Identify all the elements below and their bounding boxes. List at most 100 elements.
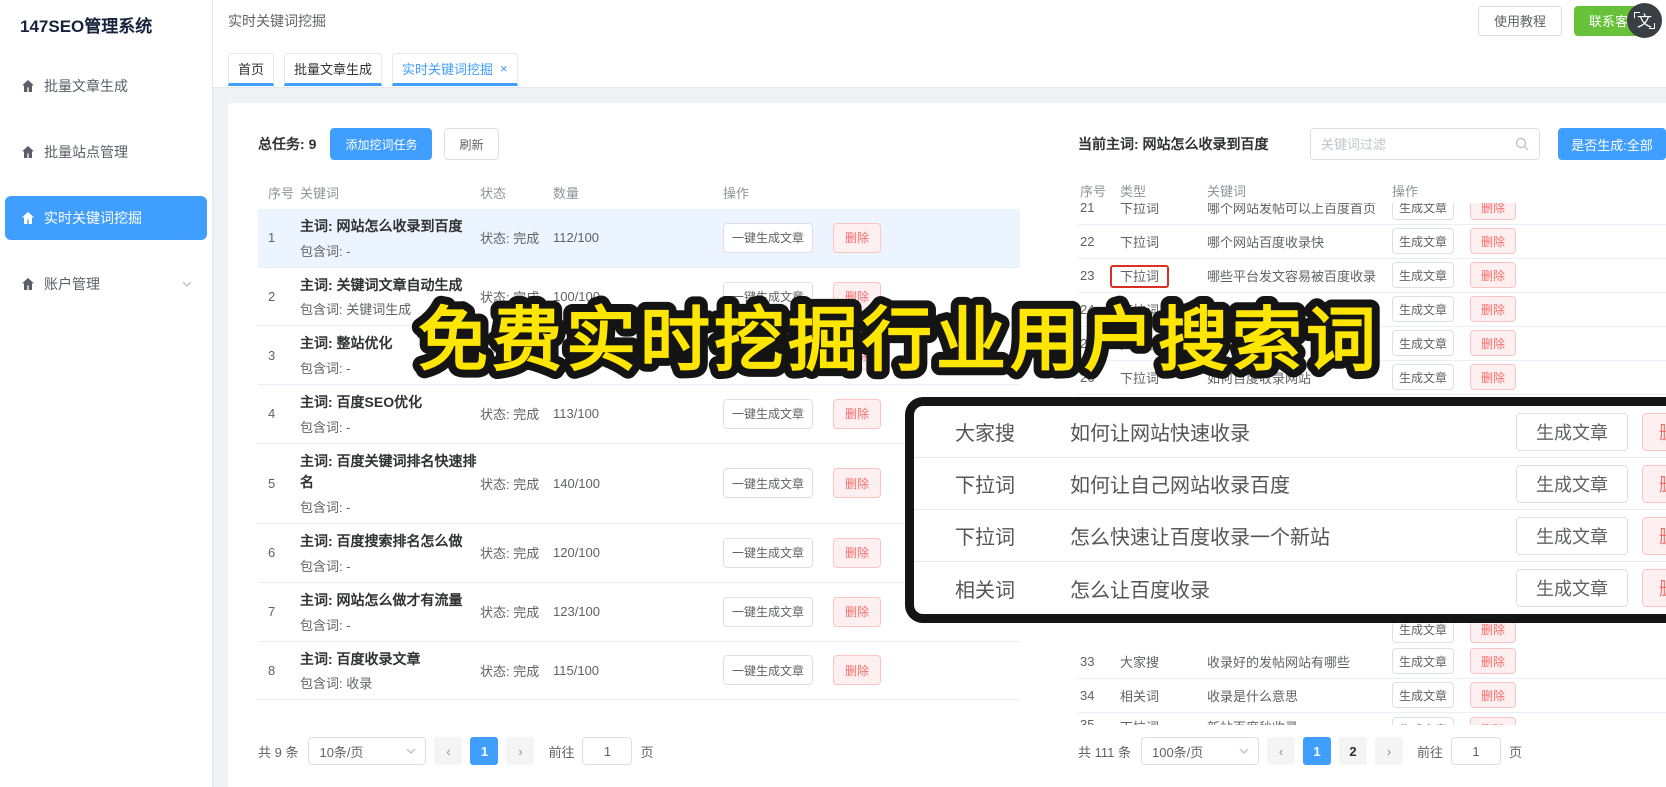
- delete-button[interactable]: 删除: [1470, 262, 1516, 289]
- page-size-select[interactable]: 100条/页: [1140, 737, 1259, 765]
- row-status: 状态: 完成: [480, 348, 540, 364]
- goto-page-input[interactable]: [582, 737, 633, 765]
- row-qty: 100/100: [553, 289, 600, 305]
- generate-article-button[interactable]: 生成文章: [1516, 516, 1628, 555]
- row-status: 状态: 完成: [480, 476, 540, 492]
- row-contain-word: 包含词: -: [300, 617, 351, 633]
- generate-article-button[interactable]: 一键生成文章: [723, 468, 813, 499]
- delete-button[interactable]: 删除: [833, 340, 881, 371]
- chevron-down-icon: [1239, 748, 1249, 755]
- row-keyword: 怎么让百度收录: [1070, 579, 1210, 602]
- col-status: 状态: [480, 185, 507, 201]
- delete-button[interactable]: 删除: [833, 537, 881, 568]
- goto-page-input[interactable]: [1451, 737, 1501, 765]
- delete-button[interactable]: 删除: [1470, 682, 1516, 709]
- page-size-select[interactable]: 10条/页: [308, 737, 427, 765]
- generate-article-button[interactable]: 生成文章: [1516, 412, 1628, 451]
- add-task-button[interactable]: 添加挖词任务: [330, 128, 433, 160]
- delete-button[interactable]: 删除: [1642, 569, 1666, 607]
- task-row[interactable]: 2 主词: 关键词文章自动生成 包含词: 关键词生成 状态: 完成 100/100 一键生…: [258, 268, 1020, 327]
- row-no: 21: [1080, 202, 1095, 215]
- prev-page-button[interactable]: ‹: [434, 737, 463, 765]
- page-number-1[interactable]: 1: [1302, 737, 1331, 765]
- row-no: 3: [268, 347, 276, 363]
- next-page-button[interactable]: ›: [506, 737, 535, 765]
- row-keyword: 主词: 网站怎么收录到百度 包含词: -: [300, 216, 480, 260]
- keyword-row: 25 大家搜 生成文章 删除: [1078, 327, 1666, 361]
- sidebar-item-1[interactable]: 批量站点管理: [5, 130, 207, 174]
- row-main-word: 主词: 百度搜索排名怎么做: [300, 533, 463, 550]
- generate-article-button[interactable]: 生成文章: [1392, 262, 1454, 289]
- generate-article-button[interactable]: 生成文章: [1392, 648, 1454, 675]
- generate-article-button[interactable]: 生成文章: [1392, 330, 1454, 357]
- breadcrumb: 实时关键词挖掘: [228, 12, 326, 29]
- next-page-button[interactable]: ›: [1374, 737, 1403, 765]
- generate-article-button[interactable]: 生成文章: [1392, 716, 1454, 725]
- delete-button[interactable]: 删除: [1642, 412, 1666, 451]
- generate-article-button[interactable]: 生成文章: [1392, 682, 1454, 709]
- delete-button[interactable]: 删除: [833, 468, 881, 499]
- sidebar-item-0[interactable]: 批量文章生成: [5, 64, 207, 108]
- keyword-filter: [1310, 128, 1540, 160]
- delete-button[interactable]: 删除: [1470, 228, 1516, 255]
- translate-badge-icon[interactable]: 文: [1627, 3, 1662, 38]
- tab-2[interactable]: 实时关键词挖掘 ×: [392, 53, 518, 86]
- row-keyword: 主词: 整站优化 包含词: -: [300, 333, 480, 377]
- delete-button[interactable]: 删除: [833, 222, 881, 253]
- generate-article-button[interactable]: 一键生成文章: [723, 281, 813, 312]
- delete-button[interactable]: 删除: [833, 281, 881, 312]
- prev-page-button[interactable]: ‹: [1266, 737, 1295, 765]
- delete-button[interactable]: 删除: [1470, 296, 1516, 323]
- generate-article-button[interactable]: 一键生成文章: [723, 340, 813, 371]
- tab-1[interactable]: 批量文章生成: [284, 53, 383, 86]
- row-ops: 一键生成文章 删除: [723, 655, 1020, 686]
- delete-button[interactable]: 删除: [833, 398, 881, 429]
- close-tab-icon[interactable]: ×: [500, 61, 508, 76]
- generate-article-button[interactable]: 生成文章: [1392, 296, 1454, 323]
- page-size-value: 100条/页: [1151, 744, 1204, 760]
- generate-article-button[interactable]: 一键生成文章: [723, 596, 813, 627]
- delete-button[interactable]: 删除: [833, 596, 881, 627]
- row-keyword: 主词: 百度关键词排名快速排名 包含词: -: [300, 451, 480, 516]
- page-number-2[interactable]: 2: [1338, 737, 1367, 765]
- task-row[interactable]: 8 主词: 百度收录文章 包含词: 收录 状态: 完成 115/100 一键生成文章 删除: [258, 642, 1020, 701]
- delete-button[interactable]: 删除: [1642, 516, 1666, 555]
- sidebar-item-label: 实时关键词挖掘: [44, 210, 142, 226]
- goto-label: 前往: [548, 744, 575, 760]
- app-root: 147SEO管理系统 批量文章生成 批量站点管理 实时关键词挖掘 账户管理 实时关键词…: [0, 0, 1666, 787]
- generate-article-button[interactable]: 生成文章: [1392, 228, 1454, 255]
- generate-article-button[interactable]: 一键生成文章: [723, 655, 813, 686]
- tab-0[interactable]: 首页: [228, 53, 275, 86]
- task-row[interactable]: 1 主词: 网站怎么收录到百度 包含词: - 状态: 完成 112/100 一键生成文章删…: [258, 209, 1020, 268]
- row-contain-word: 包含词: -: [300, 500, 351, 516]
- generate-article-button[interactable]: 生成文章: [1516, 464, 1628, 503]
- generate-article-button[interactable]: 一键生成文章: [723, 222, 813, 253]
- delete-button[interactable]: 删除: [1470, 648, 1516, 675]
- row-status: 状态: 完成: [480, 231, 540, 247]
- delete-button[interactable]: 删除: [1642, 464, 1666, 503]
- tutorial-button[interactable]: 使用教程: [1477, 5, 1562, 36]
- row-keyword: 新站百度秒收录: [1207, 717, 1392, 725]
- sidebar-item-2[interactable]: 实时关键词挖掘: [5, 196, 207, 240]
- row-keyword: 如何百度收录网站: [1207, 370, 1312, 386]
- generate-article-button[interactable]: 一键生成文章: [723, 398, 813, 429]
- generate-article-button[interactable]: 一键生成文章: [723, 537, 813, 568]
- row-status: 状态: 完成: [480, 546, 540, 562]
- task-pagination: 共 9 条 10条/页 ‹1› 前往 页: [258, 725, 1020, 765]
- generate-all-button[interactable]: 是否生成:全部: [1558, 128, 1666, 160]
- delete-button[interactable]: 删除: [1470, 202, 1516, 221]
- sidebar-item-3[interactable]: 账户管理: [5, 262, 207, 306]
- generate-article-button[interactable]: 生成文章: [1392, 202, 1454, 221]
- generate-article-button[interactable]: 生成文章: [1516, 569, 1628, 607]
- col-no: 序号: [268, 185, 295, 201]
- delete-button[interactable]: 删除: [833, 655, 881, 686]
- page-number-1[interactable]: 1: [470, 737, 499, 765]
- row-ops: 一键生成文章 删除: [723, 281, 1020, 312]
- keyword-filter-input[interactable]: [1321, 136, 1515, 152]
- refresh-button[interactable]: 刷新: [444, 128, 499, 160]
- delete-button[interactable]: 删除: [1470, 716, 1516, 725]
- delete-button[interactable]: 删除: [1470, 330, 1516, 357]
- delete-button[interactable]: 删除: [1470, 364, 1516, 391]
- task-row[interactable]: 3 主词: 整站优化 包含词: - 状态: 完成 一键生成文章 删除: [258, 326, 1020, 386]
- generate-article-button[interactable]: 生成文章: [1392, 364, 1454, 391]
